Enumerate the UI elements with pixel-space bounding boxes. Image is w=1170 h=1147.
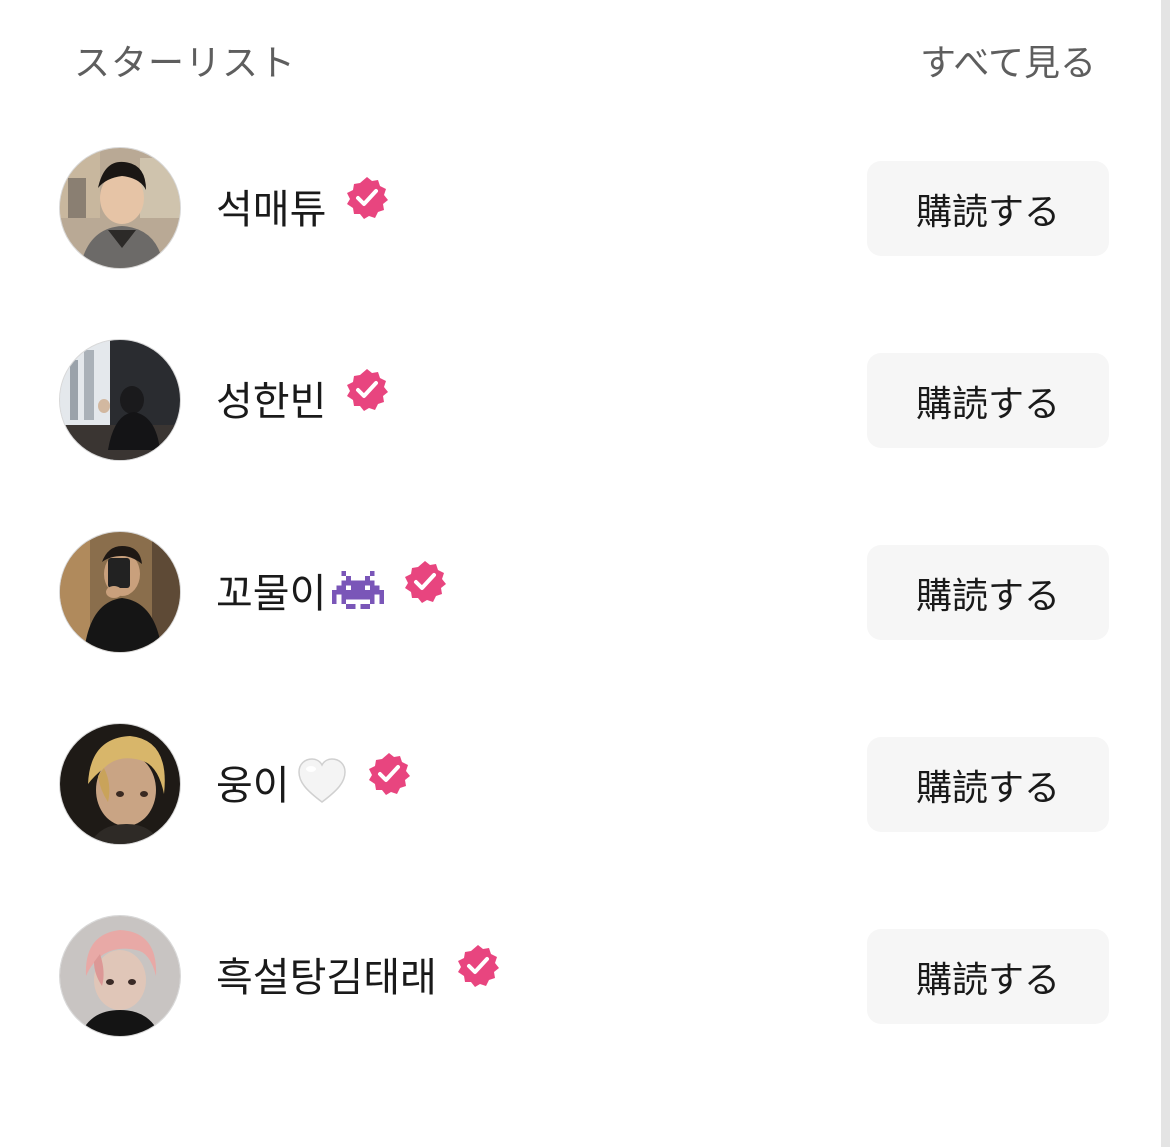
star-row[interactable]: 성한빈 購読する xyxy=(0,314,1160,506)
subscribe-button[interactable]: 購読する xyxy=(867,929,1109,1024)
avatar[interactable] xyxy=(60,532,180,652)
star-name-group: 웅이 xyxy=(216,750,412,814)
section-title: スターリスト xyxy=(74,43,297,84)
star-list-page: スターリスト すべて見る 석매튜 購読する 성한빈 購読する 꼬물이 購読する … xyxy=(0,0,1170,1147)
verified-check-icon xyxy=(457,945,499,987)
star-name: 석매튜 xyxy=(216,187,327,233)
subscribe-button[interactable]: 購読する xyxy=(867,737,1109,832)
avatar[interactable] xyxy=(60,340,180,460)
star-name-group: 흑설탕김태래 xyxy=(216,942,501,1006)
subscribe-button[interactable]: 購読する xyxy=(867,161,1109,256)
star-name: 흑설탕김태래 xyxy=(216,955,437,1001)
scrollbar[interactable] xyxy=(1161,0,1170,1147)
star-row[interactable]: 석매튜 購読する xyxy=(0,122,1160,314)
white-heart-emoji-icon xyxy=(297,758,346,803)
star-name: 성한빈 xyxy=(216,379,327,425)
star-list: 석매튜 購読する 성한빈 購読する 꼬물이 購読する 웅이 購読する 흑설탕김태… xyxy=(0,122,1160,1082)
subscribe-button[interactable]: 購読する xyxy=(867,353,1109,448)
star-row[interactable]: 흑설탕김태래 購読する xyxy=(0,890,1160,1082)
star-name: 웅이 xyxy=(216,763,290,809)
avatar[interactable] xyxy=(60,916,180,1036)
verified-check-icon xyxy=(347,177,389,219)
alien-monster-emoji-icon xyxy=(332,571,385,609)
star-list-header: スターリスト すべて見る xyxy=(74,34,1096,86)
star-row[interactable]: 꼬물이 購読する xyxy=(0,506,1160,698)
star-name-group: 성한빈 xyxy=(216,366,390,430)
star-name: 꼬물이 xyxy=(216,571,327,617)
star-name-group: 석매튜 xyxy=(216,174,390,238)
verified-check-icon xyxy=(405,561,447,603)
see-all-link[interactable]: すべて見る xyxy=(920,34,1096,86)
star-row[interactable]: 웅이 購読する xyxy=(0,698,1160,890)
avatar[interactable] xyxy=(60,724,180,844)
star-name-group: 꼬물이 xyxy=(216,558,448,622)
avatar[interactable] xyxy=(60,148,180,268)
subscribe-button[interactable]: 購読する xyxy=(867,545,1109,640)
verified-check-icon xyxy=(347,369,389,411)
verified-check-icon xyxy=(368,753,410,795)
